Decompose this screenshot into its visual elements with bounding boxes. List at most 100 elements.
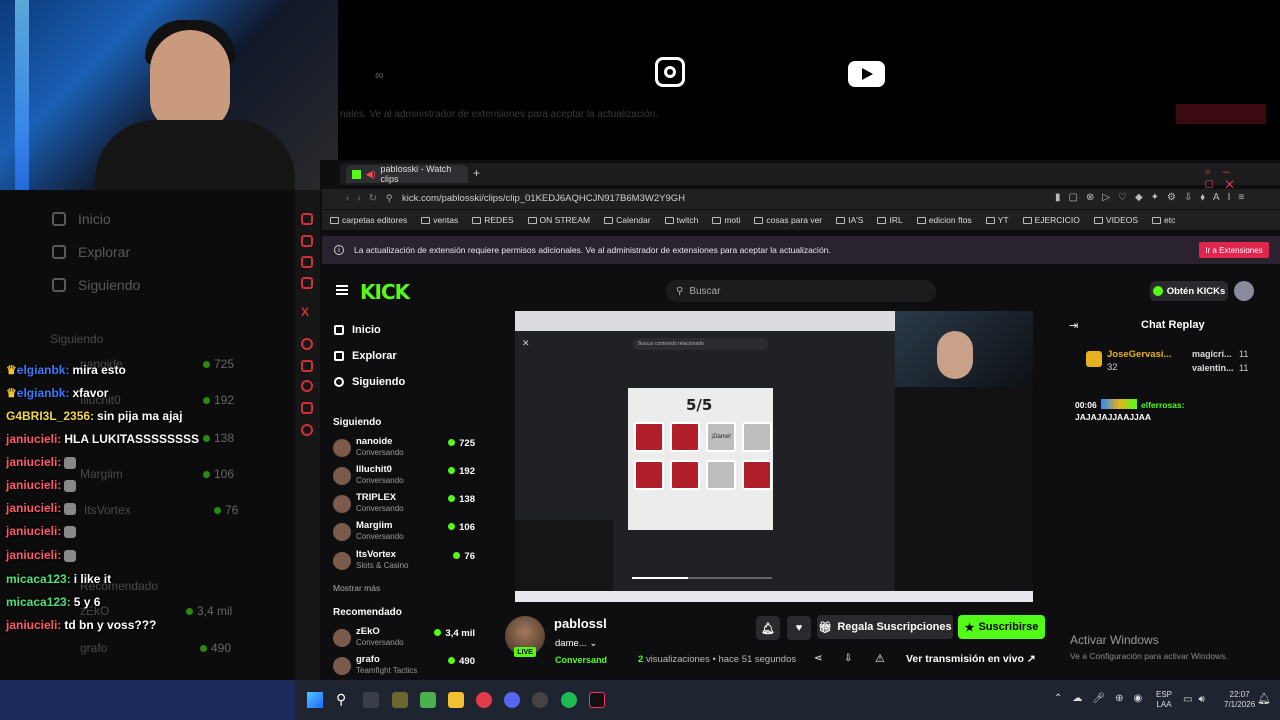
bookmark-item[interactable]: YT (985, 215, 1009, 225)
app-icon[interactable] (392, 692, 408, 708)
avatar (333, 467, 351, 485)
share-icon[interactable]: ⋖ (814, 653, 822, 664)
start-button[interactable] (307, 692, 323, 708)
bookmark-item[interactable]: IA'S (836, 215, 863, 225)
channel-name: TRIPLEX (356, 492, 397, 503)
crown-icon: ♛ (6, 363, 17, 377)
recommended-heading: Recomendado (333, 607, 402, 618)
download-icon[interactable]: ⇩ (844, 653, 852, 664)
new-tab-button[interactable]: + (473, 166, 480, 180)
replay-user[interactable]: valentin... (1192, 363, 1234, 373)
avatar (333, 523, 351, 541)
extension-icons[interactable]: ▮▢⊗▷♡◆✦⚙⇩⬧AI≡ (1055, 192, 1252, 203)
site-info-icon[interactable]: ⚲ (386, 193, 393, 204)
ghost-notice: nales. Ve al administrador de extensione… (340, 109, 658, 120)
clip-category[interactable]: Conversand (555, 655, 607, 665)
search-input[interactable]: ⚲ Buscar (666, 280, 936, 302)
network-sound-icons[interactable]: ▭🔊︎ (1183, 694, 1211, 705)
chevron-down-icon: ⌄ (589, 638, 598, 649)
bookmark-item[interactable]: carpetas editores (330, 215, 407, 225)
bookmark-item[interactable]: IRL (877, 215, 903, 225)
folder-icon (985, 216, 995, 224)
bookmark-item[interactable]: ventas (421, 215, 458, 225)
gift-subs-button[interactable]: 🎁︎ Regala Suscripciones (817, 615, 953, 639)
ghost-item: grafo (80, 641, 108, 655)
replay-user[interactable]: magicri... (1192, 349, 1232, 359)
replay-user[interactable]: elferrosas: (1141, 400, 1184, 410)
chat-text: i like it (73, 572, 112, 586)
bookmark-item[interactable]: cosas para ver (754, 215, 822, 225)
activate-windows-subtitle: Ve a Configuración para activar Windows. (1070, 651, 1228, 661)
clock[interactable]: 22:07 7/1/2026 (1224, 690, 1255, 710)
obs-icon[interactable] (532, 692, 548, 708)
folder-icon (330, 216, 339, 224)
overlay-icon (301, 235, 313, 247)
crown-icon: ♛ (6, 386, 17, 400)
bookmark-item[interactable]: Calendar (604, 215, 651, 225)
channel-row[interactable]: Margiim Conversando 106 (333, 520, 475, 546)
clip-title: dame... ⌄ (555, 638, 598, 649)
menu-icon[interactable] (336, 285, 348, 295)
opera-icon[interactable] (476, 692, 492, 708)
notification-button[interactable]: 🔔︎ (756, 616, 780, 640)
compass-icon (52, 245, 66, 259)
channel-row[interactable]: Illuchit0 Conversando 192 (333, 464, 475, 490)
taskview-icon[interactable] (363, 692, 379, 708)
nav-buttons[interactable]: ‹›↻ (346, 193, 385, 204)
collapse-chat-icon[interactable]: ⇥ (1069, 319, 1078, 332)
channel-name[interactable]: pablossl (554, 616, 607, 631)
bookmark-item[interactable]: moti (712, 215, 740, 225)
user-avatar[interactable] (1234, 281, 1254, 301)
go-to-extensions-button[interactable]: Ir a Extensiones (1199, 242, 1269, 258)
youtube-icon (848, 61, 885, 87)
subscribe-button[interactable]: ★ Suscribirse (958, 615, 1045, 639)
get-kicks-button[interactable]: Obtén KICKs (1150, 281, 1228, 301)
chat-username: janiucieli: (6, 524, 62, 538)
channel-row[interactable]: TRIPLEX Conversando 138 (333, 492, 475, 518)
language-indicator[interactable]: ESP LAA (1156, 690, 1172, 710)
nav-following[interactable]: Siguiendo (334, 376, 405, 388)
channel-row[interactable]: nanoide Conversando 725 (333, 436, 475, 462)
notifications-icon[interactable]: 🔔︎ (1257, 692, 1271, 705)
follow-button[interactable]: ♥ (787, 616, 811, 640)
x-icon: X (301, 305, 310, 319)
tiktok-icon[interactable] (589, 692, 605, 708)
url-field[interactable]: kick.com/pablosski/clips/clip_01KEDJ6AQH… (402, 193, 685, 204)
folder-icon[interactable] (448, 692, 464, 708)
nav-explore[interactable]: Explorar (334, 350, 397, 362)
watch-live-link[interactable]: Ver transmisión en vivo ↗ (906, 653, 1036, 665)
video-close-icon: ✕ (522, 338, 530, 348)
report-icon[interactable]: ⚠ (875, 652, 885, 665)
channel-name: Illuchit0 (356, 464, 392, 475)
channel-row[interactable]: ItsVortex Slots & Casino 76 (333, 549, 475, 575)
bookmark-item[interactable]: etc (1152, 215, 1175, 225)
browser-tab[interactable]: ◀) pablosski - Watch clips (346, 164, 468, 184)
show-more-link[interactable]: Mostrar más (333, 583, 380, 593)
folder-icon (472, 216, 482, 224)
bookmark-item[interactable]: ON STREAM (527, 215, 590, 225)
bookmark-item[interactable]: EJERCICIO (1022, 215, 1080, 225)
channel-row[interactable]: zEkO Conversando 3,4 mil (333, 626, 475, 652)
nav-home[interactable]: Inicio (334, 324, 381, 336)
minecraft-icon[interactable] (420, 692, 436, 708)
bookmark-item[interactable]: REDES (472, 215, 514, 225)
bookmark-item[interactable]: twitch (664, 215, 698, 225)
discord-icon[interactable] (504, 692, 520, 708)
bookmark-item[interactable]: edicion ftos (916, 215, 972, 225)
chat-message: micaca123: i like it (6, 572, 111, 586)
stream-overlay-top (338, 0, 1280, 160)
taskbar-search-icon[interactable]: ⚲ (336, 691, 346, 708)
overlay-icon (301, 402, 313, 414)
stream-taskbar (0, 680, 295, 720)
channel-row[interactable]: grafo Teamfight Tactics 490 (333, 654, 475, 680)
kick-logo[interactable]: KICK (360, 280, 410, 304)
video-taskbar (515, 591, 1033, 602)
tray-icons[interactable]: ⌃☁🎤︎⊕◉ (1054, 693, 1152, 704)
spotify-icon[interactable] (561, 692, 577, 708)
badges-icon (1101, 399, 1137, 409)
bookmark-item[interactable]: VIDEOS (1093, 215, 1138, 225)
video-progress (632, 577, 772, 579)
viewer-count: 3,4 mil (434, 628, 475, 639)
game-card (634, 422, 664, 452)
replay-user[interactable]: JoseGervasi... (1107, 349, 1171, 360)
